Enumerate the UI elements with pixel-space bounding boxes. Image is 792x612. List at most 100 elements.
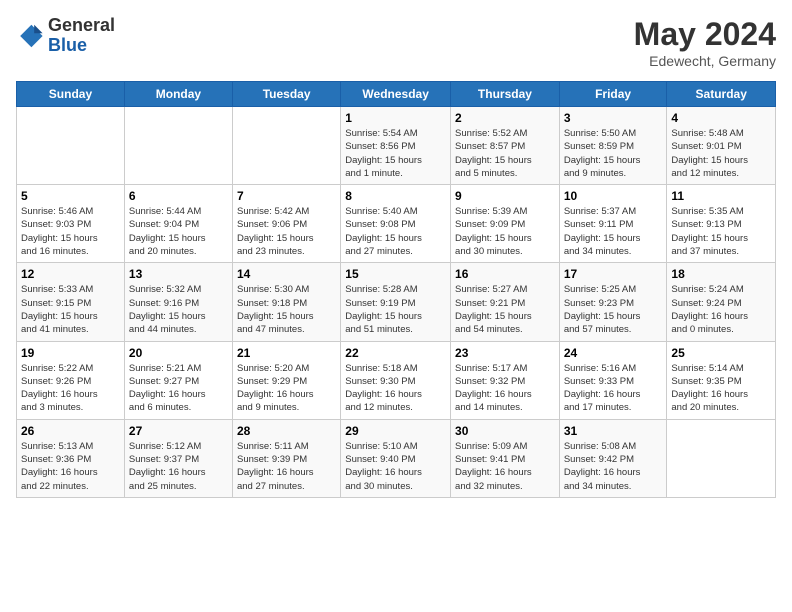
calendar-cell: 24Sunrise: 5:16 AM Sunset: 9:33 PM Dayli… xyxy=(559,341,667,419)
day-number: 7 xyxy=(237,189,336,203)
calendar-cell: 29 Sunrise: 5:10 AM Sunset: 9:40 PM Dayli… xyxy=(341,419,451,497)
day-content: Sunrise: 5:08 AM Sunset: 9:42 PM Dayligh… xyxy=(564,440,663,493)
day-content: Sunrise: 5:44 AM Sunset: 9:04 PM Dayligh… xyxy=(129,205,228,258)
day-number: 25 xyxy=(671,346,771,360)
day-number: 30 xyxy=(455,424,555,438)
calendar-cell xyxy=(667,419,776,497)
day-content: Sunrise: 5:12 AM Sunset: 9:37 PM Dayligh… xyxy=(129,440,228,493)
header-wednesday: Wednesday xyxy=(341,82,451,107)
day-content: Sunrise: 5:09 AM Sunset: 9:41 PM Dayligh… xyxy=(455,440,555,493)
day-content: Sunrise: 5:22 AM Sunset: 9:26 PM Dayligh… xyxy=(21,362,120,415)
title-block: May 2024 Edewecht, Germany xyxy=(634,16,776,69)
calendar-cell: 28 Sunrise: 5:11 AM Sunset: 9:39 PM Dayli… xyxy=(232,419,340,497)
calendar-cell: 27Sunrise: 5:12 AM Sunset: 9:37 PM Dayli… xyxy=(124,419,232,497)
day-number: 3 xyxy=(564,111,663,125)
calendar-cell: 17 Sunrise: 5:25 AM Sunset: 9:23 PM Dayli… xyxy=(559,263,667,341)
day-number: 11 xyxy=(671,189,771,203)
day-number: 4 xyxy=(671,111,771,125)
calendar-week-row: 5 Sunrise: 5:46 AM Sunset: 9:03 PM Daylig… xyxy=(17,185,776,263)
day-content: Sunrise: 5:10 AM Sunset: 9:40 PM Dayligh… xyxy=(345,440,446,493)
logo-blue-text: Blue xyxy=(48,35,87,55)
calendar-cell xyxy=(232,107,340,185)
day-number: 1 xyxy=(345,111,446,125)
day-number: 13 xyxy=(129,267,228,281)
day-number: 17 xyxy=(564,267,663,281)
page-header: General Blue May 2024 Edewecht, Germany xyxy=(16,16,776,69)
day-number: 24 xyxy=(564,346,663,360)
day-content: Sunrise: 5:13 AM Sunset: 9:36 PM Dayligh… xyxy=(21,440,120,493)
logo-general-text: General xyxy=(48,15,115,35)
day-number: 2 xyxy=(455,111,555,125)
header-tuesday: Tuesday xyxy=(232,82,340,107)
day-content: Sunrise: 5:24 AM Sunset: 9:24 PM Dayligh… xyxy=(671,283,771,336)
day-content: Sunrise: 5:21 AM Sunset: 9:27 PM Dayligh… xyxy=(129,362,228,415)
day-number: 16 xyxy=(455,267,555,281)
day-content: Sunrise: 5:20 AM Sunset: 9:29 PM Dayligh… xyxy=(237,362,336,415)
day-content: Sunrise: 5:35 AM Sunset: 9:13 PM Dayligh… xyxy=(671,205,771,258)
calendar-cell: 16 Sunrise: 5:27 AM Sunset: 9:21 PM Dayli… xyxy=(451,263,560,341)
header-sunday: Sunday xyxy=(17,82,125,107)
day-number: 12 xyxy=(21,267,120,281)
calendar-cell xyxy=(17,107,125,185)
calendar-cell: 9Sunrise: 5:39 AM Sunset: 9:09 PM Daylig… xyxy=(451,185,560,263)
day-content: Sunrise: 5:32 AM Sunset: 9:16 PM Dayligh… xyxy=(129,283,228,336)
header-saturday: Saturday xyxy=(667,82,776,107)
header-friday: Friday xyxy=(559,82,667,107)
calendar-cell: 5 Sunrise: 5:46 AM Sunset: 9:03 PM Daylig… xyxy=(17,185,125,263)
calendar-cell: 26 Sunrise: 5:13 AM Sunset: 9:36 PM Dayli… xyxy=(17,419,125,497)
day-number: 10 xyxy=(564,189,663,203)
day-number: 19 xyxy=(21,346,120,360)
day-content: Sunrise: 5:14 AM Sunset: 9:35 PM Dayligh… xyxy=(671,362,771,415)
day-content: Sunrise: 5:11 AM Sunset: 9:39 PM Dayligh… xyxy=(237,440,336,493)
calendar-cell: 2Sunrise: 5:52 AM Sunset: 8:57 PM Daylig… xyxy=(451,107,560,185)
calendar-week-row: 12 Sunrise: 5:33 AM Sunset: 9:15 PM Dayli… xyxy=(17,263,776,341)
calendar-week-row: 19 Sunrise: 5:22 AM Sunset: 9:26 PM Dayli… xyxy=(17,341,776,419)
day-number: 23 xyxy=(455,346,555,360)
day-content: Sunrise: 5:30 AM Sunset: 9:18 PM Dayligh… xyxy=(237,283,336,336)
day-number: 15 xyxy=(345,267,446,281)
day-content: Sunrise: 5:50 AM Sunset: 8:59 PM Dayligh… xyxy=(564,127,663,180)
calendar-cell: 1 Sunrise: 5:54 AM Sunset: 8:56 PM Daylig… xyxy=(341,107,451,185)
day-content: Sunrise: 5:42 AM Sunset: 9:06 PM Dayligh… xyxy=(237,205,336,258)
day-content: Sunrise: 5:17 AM Sunset: 9:32 PM Dayligh… xyxy=(455,362,555,415)
day-number: 26 xyxy=(21,424,120,438)
day-number: 29 xyxy=(345,424,446,438)
day-number: 20 xyxy=(129,346,228,360)
day-content: Sunrise: 5:25 AM Sunset: 9:23 PM Dayligh… xyxy=(564,283,663,336)
day-number: 31 xyxy=(564,424,663,438)
day-number: 28 xyxy=(237,424,336,438)
day-content: Sunrise: 5:28 AM Sunset: 9:19 PM Dayligh… xyxy=(345,283,446,336)
calendar-cell: 7 Sunrise: 5:42 AM Sunset: 9:06 PM Daylig… xyxy=(232,185,340,263)
day-content: Sunrise: 5:37 AM Sunset: 9:11 PM Dayligh… xyxy=(564,205,663,258)
calendar-cell: 11 Sunrise: 5:35 AM Sunset: 9:13 PM Dayli… xyxy=(667,185,776,263)
calendar-table: SundayMondayTuesdayWednesdayThursdayFrid… xyxy=(16,81,776,498)
calendar-cell: 19 Sunrise: 5:22 AM Sunset: 9:26 PM Dayli… xyxy=(17,341,125,419)
header-monday: Monday xyxy=(124,82,232,107)
calendar-header-row: SundayMondayTuesdayWednesdayThursdayFrid… xyxy=(17,82,776,107)
calendar-cell: 30 Sunrise: 5:09 AM Sunset: 9:41 PM Dayli… xyxy=(451,419,560,497)
calendar-cell: 20 Sunrise: 5:21 AM Sunset: 9:27 PM Dayli… xyxy=(124,341,232,419)
day-content: Sunrise: 5:39 AM Sunset: 9:09 PM Dayligh… xyxy=(455,205,555,258)
day-number: 8 xyxy=(345,189,446,203)
day-number: 5 xyxy=(21,189,120,203)
day-content: Sunrise: 5:46 AM Sunset: 9:03 PM Dayligh… xyxy=(21,205,120,258)
calendar-week-row: 1 Sunrise: 5:54 AM Sunset: 8:56 PM Daylig… xyxy=(17,107,776,185)
day-content: Sunrise: 5:27 AM Sunset: 9:21 PM Dayligh… xyxy=(455,283,555,336)
day-content: Sunrise: 5:48 AM Sunset: 9:01 PM Dayligh… xyxy=(671,127,771,180)
logo: General Blue xyxy=(16,16,115,56)
calendar-cell: 21Sunrise: 5:20 AM Sunset: 9:29 PM Dayli… xyxy=(232,341,340,419)
day-content: Sunrise: 5:40 AM Sunset: 9:08 PM Dayligh… xyxy=(345,205,446,258)
calendar-cell: 13 Sunrise: 5:32 AM Sunset: 9:16 PM Dayli… xyxy=(124,263,232,341)
calendar-cell: 25 Sunrise: 5:14 AM Sunset: 9:35 PM Dayli… xyxy=(667,341,776,419)
day-content: Sunrise: 5:54 AM Sunset: 8:56 PM Dayligh… xyxy=(345,127,446,180)
logo-icon xyxy=(16,22,44,50)
day-number: 18 xyxy=(671,267,771,281)
header-thursday: Thursday xyxy=(451,82,560,107)
calendar-cell: 3 Sunrise: 5:50 AM Sunset: 8:59 PM Daylig… xyxy=(559,107,667,185)
calendar-cell: 12 Sunrise: 5:33 AM Sunset: 9:15 PM Dayli… xyxy=(17,263,125,341)
calendar-cell: 4 Sunrise: 5:48 AM Sunset: 9:01 PM Daylig… xyxy=(667,107,776,185)
calendar-cell: 31 Sunrise: 5:08 AM Sunset: 9:42 PM Dayli… xyxy=(559,419,667,497)
calendar-cell: 8 Sunrise: 5:40 AM Sunset: 9:08 PM Daylig… xyxy=(341,185,451,263)
day-content: Sunrise: 5:33 AM Sunset: 9:15 PM Dayligh… xyxy=(21,283,120,336)
calendar-week-row: 26 Sunrise: 5:13 AM Sunset: 9:36 PM Dayli… xyxy=(17,419,776,497)
